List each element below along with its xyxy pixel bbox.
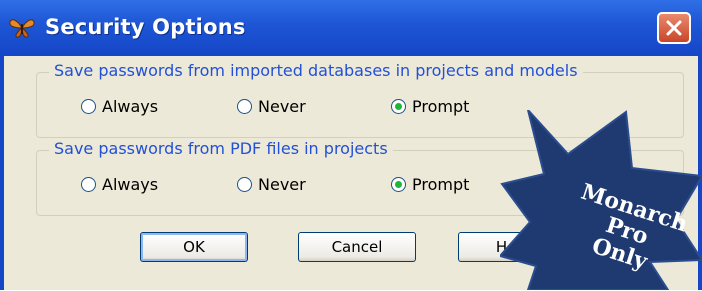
radio-selected-dot [395, 103, 402, 110]
radio-button-selected[interactable] [391, 99, 406, 114]
radio-selected-dot [395, 181, 402, 188]
close-icon [666, 20, 682, 36]
radio-pdf-prompt[interactable]: Prompt [391, 175, 469, 194]
radio-pdf-never[interactable]: Never [237, 175, 306, 194]
close-button[interactable] [657, 12, 691, 44]
radio-button[interactable] [81, 99, 96, 114]
radio-label: Never [258, 97, 306, 116]
radio-label: Never [258, 175, 306, 194]
radio-db-prompt[interactable]: Prompt [391, 97, 469, 116]
radio-db-never[interactable]: Never [237, 97, 306, 116]
radio-label: Always [102, 97, 159, 116]
radio-button[interactable] [81, 177, 96, 192]
radio-button[interactable] [237, 99, 252, 114]
title-bar[interactable]: Security Options [0, 0, 702, 56]
radio-db-always[interactable]: Always [81, 97, 158, 116]
monarch-butterfly-icon [9, 17, 35, 39]
dialog-title: Security Options [45, 15, 246, 39]
group-title: Save passwords from PDF files in project… [49, 139, 393, 158]
group-title: Save passwords from imported databases i… [49, 61, 583, 80]
radio-label: Always [102, 175, 159, 194]
security-options-dialog: Security Options Save passwords from imp… [0, 0, 702, 290]
ok-button[interactable]: OK [140, 232, 248, 262]
radio-pdf-always[interactable]: Always [81, 175, 158, 194]
monarch-pro-only-badge: Monarch Pro Only [500, 110, 702, 290]
radio-button-selected[interactable] [391, 177, 406, 192]
radio-label: Prompt [412, 97, 470, 116]
radio-label: Prompt [412, 175, 470, 194]
radio-button[interactable] [237, 177, 252, 192]
cancel-button[interactable]: Cancel [298, 232, 416, 262]
